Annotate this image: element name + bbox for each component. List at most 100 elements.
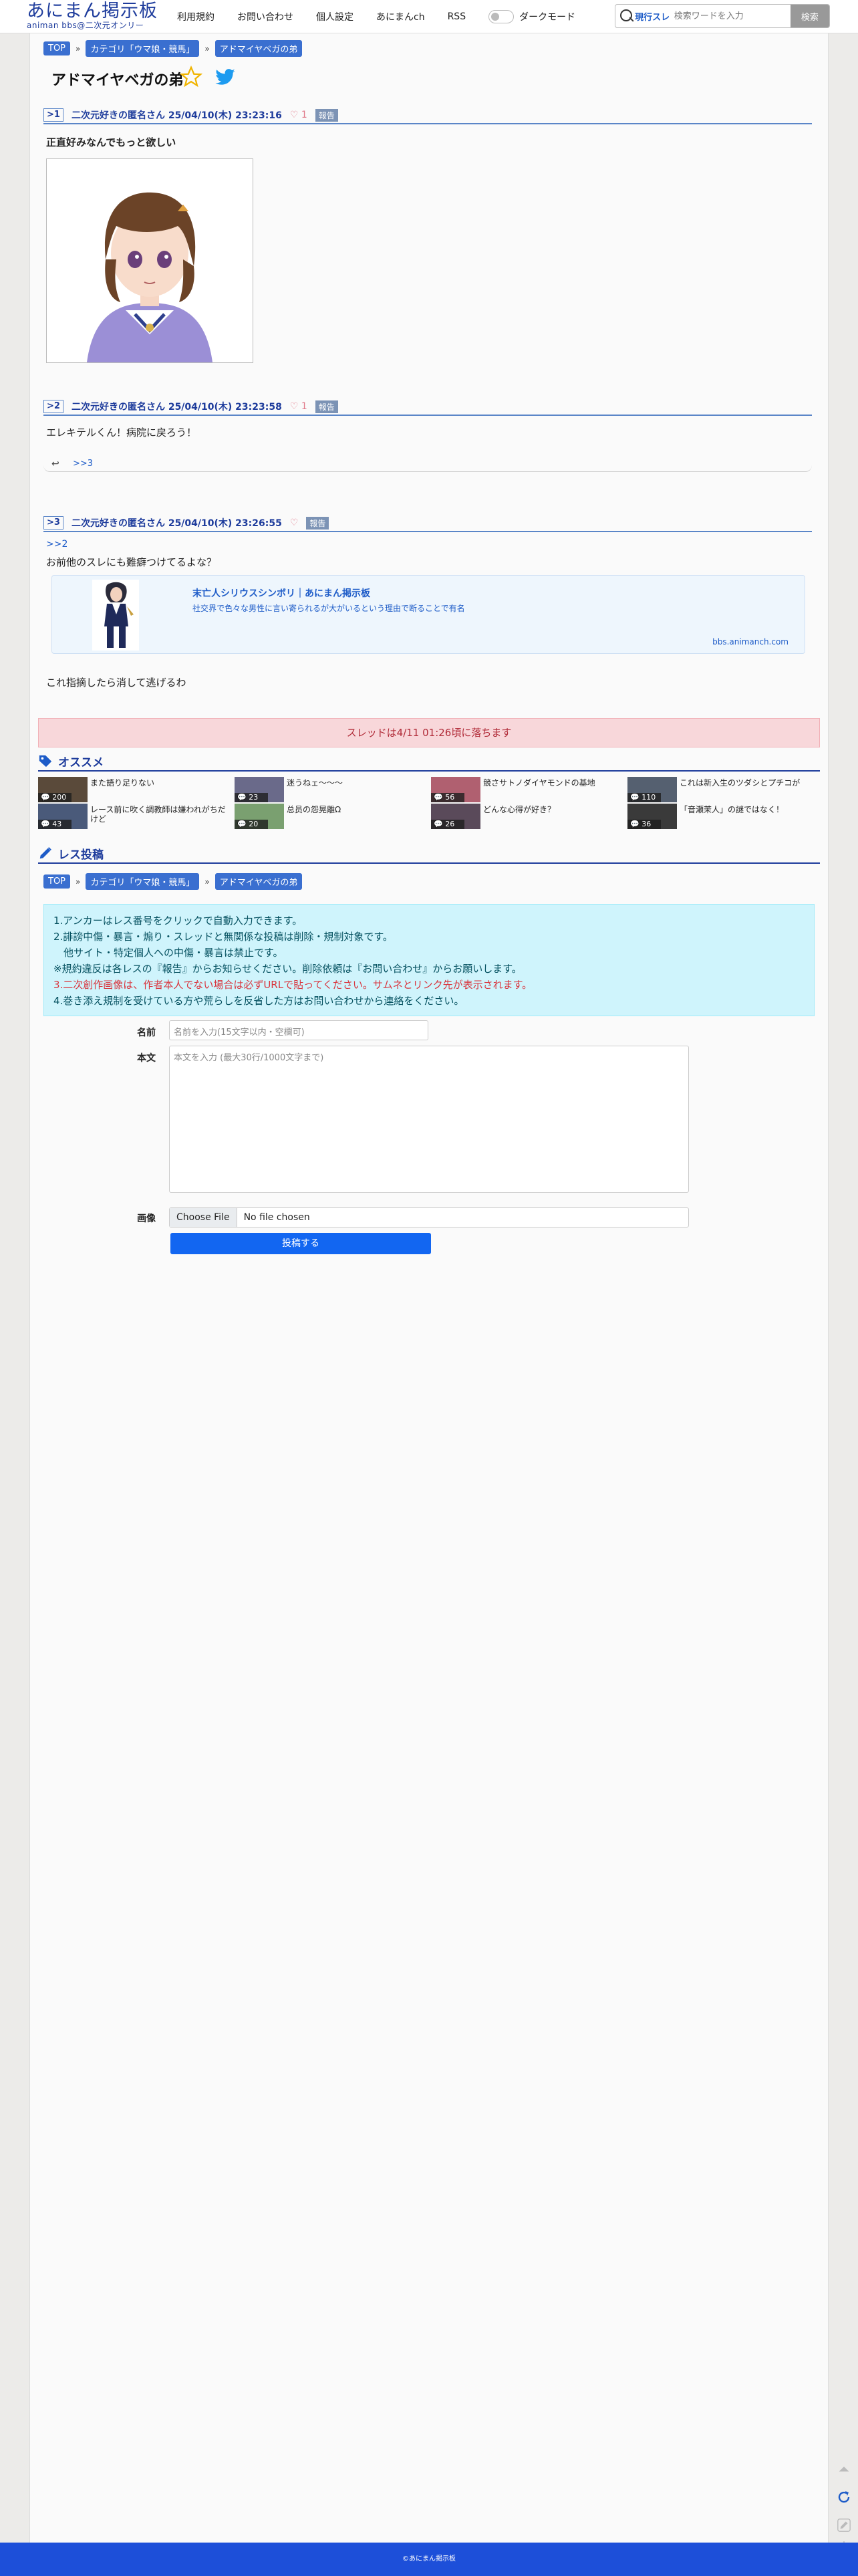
- like-count: 1: [301, 401, 307, 412]
- post-number[interactable]: >3: [43, 516, 63, 530]
- toggle-switch[interactable]: [488, 10, 515, 23]
- tag-icon: [39, 755, 52, 768]
- search-input[interactable]: [671, 8, 791, 24]
- recommend-item[interactable]: 💬 20 总员の怨晃離Ω: [235, 804, 428, 829]
- breadcrumb-top[interactable]: TOP: [43, 41, 71, 55]
- pencil-icon: [837, 2519, 851, 2532]
- recommend-item[interactable]: 💬 36 「音瀬茉人」の謎ではなく！: [627, 804, 821, 829]
- like-button[interactable]: ♡: [290, 517, 299, 528]
- link-card-domain: bbs.animanch.com: [712, 637, 789, 647]
- image-file-input[interactable]: Choose File No file chosen: [169, 1207, 689, 1227]
- post-form-heading: レス投稿: [38, 844, 820, 864]
- reply-anchor-link[interactable]: >>3: [73, 459, 93, 469]
- post-body: エレキテルくん！病院に戻ろう！: [46, 427, 197, 439]
- recommend-title: これは新入生のツダシとプチコが: [680, 778, 801, 788]
- dark-mode-toggle[interactable]: ダークモード: [488, 10, 575, 23]
- rule-line: 2.誹謗中傷・暴言・煽り・スレッドと無関係な投稿は削除・規制対象です。: [53, 931, 393, 943]
- site-logo[interactable]: あにまん掲示板 animan bbs@二次元オンリー: [27, 1, 167, 32]
- submit-post-button[interactable]: 投稿する: [170, 1233, 431, 1254]
- nav-rss[interactable]: RSS: [448, 11, 466, 22]
- scroll-top-button[interactable]: [833, 2458, 855, 2480]
- search-icon: [615, 5, 635, 27]
- search-bar: 現行スレ 検索: [615, 4, 830, 28]
- thread-expire-notice: スレッドは4/11 01:26頃に落ちます: [38, 718, 820, 747]
- like-button[interactable]: ♡ 1: [290, 110, 307, 120]
- post-meta: 二次元好きの匿名さん 25/04/10(木) 23:26:55: [71, 518, 282, 529]
- link-preview-card[interactable]: 末亡人シリウスシンボリ｜あにまん掲示板 社交界で色々な男性に言い寄られるが大がい…: [51, 575, 805, 654]
- recommend-item[interactable]: 💬 56 競さサトノダイヤモンドの基地: [431, 777, 625, 802]
- breadcrumb-thread[interactable]: アドマイヤベガの弟: [214, 873, 303, 890]
- choose-file-button[interactable]: Choose File: [170, 1208, 237, 1227]
- recommend-item[interactable]: 💬 26 どんな心得が好き？: [431, 804, 625, 829]
- reply-bar: ↩ >>3: [43, 456, 812, 472]
- anchor-link[interactable]: >>2: [46, 539, 67, 550]
- post-meta: 二次元好きの匿名さん 25/04/10(木) 23:23:16: [71, 110, 282, 121]
- recommend-title: また語り足りない: [90, 778, 155, 788]
- recommend-item[interactable]: 💬 110 これは新入生のツダシとプチコが: [627, 777, 821, 802]
- dark-mode-label: ダークモード: [519, 12, 576, 23]
- breadcrumb-category[interactable]: カテゴリ「ウマ娘・競馬」: [86, 40, 200, 57]
- reply-count-badge: 💬 26: [431, 820, 464, 829]
- recommend-title: 迷うねェ〜〜〜: [287, 778, 343, 788]
- thread-title: アドマイヤベガの弟: [51, 72, 184, 89]
- post-body: 正直好みなんでもっと欲しい: [46, 136, 176, 148]
- rule-line: 3.二次創作画像は、作者本人でない場合は必ずURLで貼ってください。サムネとリン…: [53, 979, 533, 991]
- breadcrumb-thread[interactable]: アドマイヤベガの弟: [214, 40, 303, 57]
- twitter-share-icon[interactable]: [213, 67, 237, 88]
- logo-sub-text: animan bbs@二次元オンリー: [27, 21, 144, 30]
- link-card-title[interactable]: 末亡人シリウスシンボリ｜あにまん掲示板: [192, 586, 370, 600]
- like-button[interactable]: ♡ 1: [290, 401, 307, 412]
- reply-count-badge: 💬 20: [235, 820, 268, 829]
- post-number[interactable]: >1: [43, 108, 63, 122]
- like-count: 1: [301, 110, 307, 120]
- post-number[interactable]: >2: [43, 400, 63, 413]
- search-button[interactable]: 検索: [790, 5, 829, 27]
- reply-count-badge: 💬 36: [627, 820, 661, 829]
- post-body: これ指摘したら消して逃げるわ: [46, 677, 186, 689]
- character-illustration: [47, 159, 253, 362]
- report-button[interactable]: 報告: [315, 108, 338, 122]
- body-textarea[interactable]: 本文を入力 (最大30行/1000文字まで): [169, 1046, 689, 1193]
- recommend-heading: オススメ: [38, 751, 820, 772]
- search-scope[interactable]: 現行スレ: [635, 10, 672, 23]
- breadcrumb-separator: »: [76, 43, 81, 53]
- nav-animanch[interactable]: あにまんch: [376, 10, 425, 23]
- site-header: あにまん掲示板 animan bbs@二次元オンリー 利用規約 お問い合わせ 個…: [0, 0, 858, 33]
- recommend-grid: 💬 200 また語り足りない 💬 23 迷うねェ〜〜〜 💬 56 競さサトノダイ…: [38, 777, 829, 830]
- file-status: No file chosen: [243, 1212, 310, 1223]
- write-button[interactable]: [833, 2514, 855, 2537]
- recommend-title: 「音瀬茉人」の謎ではなく！: [680, 805, 784, 814]
- favorite-star-icon[interactable]: [180, 66, 202, 88]
- breadcrumb-bottom: TOP » カテゴリ「ウマ娘・競馬」 » アドマイヤベガの弟: [43, 873, 303, 890]
- nav-settings[interactable]: 個人設定: [316, 10, 353, 23]
- name-input[interactable]: 名前を入力(15文字以内・空欄可): [169, 1020, 428, 1040]
- nav-contact[interactable]: お問い合わせ: [237, 10, 293, 23]
- pencil-icon: [39, 847, 51, 859]
- nav-terms[interactable]: 利用規約: [177, 10, 214, 23]
- recommend-title: 总员の怨晃離Ω: [287, 805, 341, 814]
- recommend-item[interactable]: 💬 200 また語り足りない: [38, 777, 232, 802]
- link-thumbnail: [92, 580, 139, 651]
- reply-count-badge: 💬 56: [431, 793, 464, 802]
- main-content: TOP » カテゴリ「ウマ娘・競馬」 » アドマイヤベガの弟 アドマイヤベガの弟…: [29, 33, 829, 2543]
- top-nav: 利用規約 お問い合わせ 個人設定 あにまんch RSS ダークモード: [177, 0, 575, 33]
- posting-rules-notice: 1.アンカーはレス番号をクリックで自動入力できます。 2.誹謗中傷・暴言・煽り・…: [43, 904, 815, 1016]
- report-button[interactable]: 報告: [306, 516, 329, 530]
- link-card-description: 社交界で色々な男性に言い寄られるが大がいるという理由で断ることで有名: [192, 604, 465, 613]
- recommend-item[interactable]: 💬 23 迷うねェ〜〜〜: [235, 777, 428, 802]
- post-header: >3 二次元好きの匿名さん 25/04/10(木) 23:26:55 ♡ 報告: [43, 515, 812, 532]
- post-image[interactable]: [46, 158, 253, 363]
- report-button[interactable]: 報告: [315, 400, 338, 413]
- post-body: お前他のスレにも難癖つけてるよな？: [46, 556, 217, 568]
- rule-line: ※規約違反は各レスの『報告』からお知らせください。削除依頼は『お問い合わせ』から…: [53, 963, 522, 975]
- reload-button[interactable]: [833, 2486, 855, 2508]
- breadcrumb-top[interactable]: TOP: [43, 874, 71, 889]
- arrow-up-icon: [839, 2466, 849, 2472]
- rule-line: 他サイト・特定個人への中傷・暴言は禁止です。: [53, 947, 283, 959]
- breadcrumb-category[interactable]: カテゴリ「ウマ娘・競馬」: [86, 873, 200, 890]
- body-label: 本文: [137, 1053, 156, 1064]
- image-label: 画像: [137, 1213, 156, 1224]
- recommend-title: レース前に吹く調教師は嫌われがちだけど: [90, 805, 226, 824]
- recommend-title: 競さサトノダイヤモンドの基地: [483, 778, 595, 788]
- recommend-item[interactable]: 💬 43 レース前に吹く調教師は嫌われがちだけど: [38, 804, 232, 829]
